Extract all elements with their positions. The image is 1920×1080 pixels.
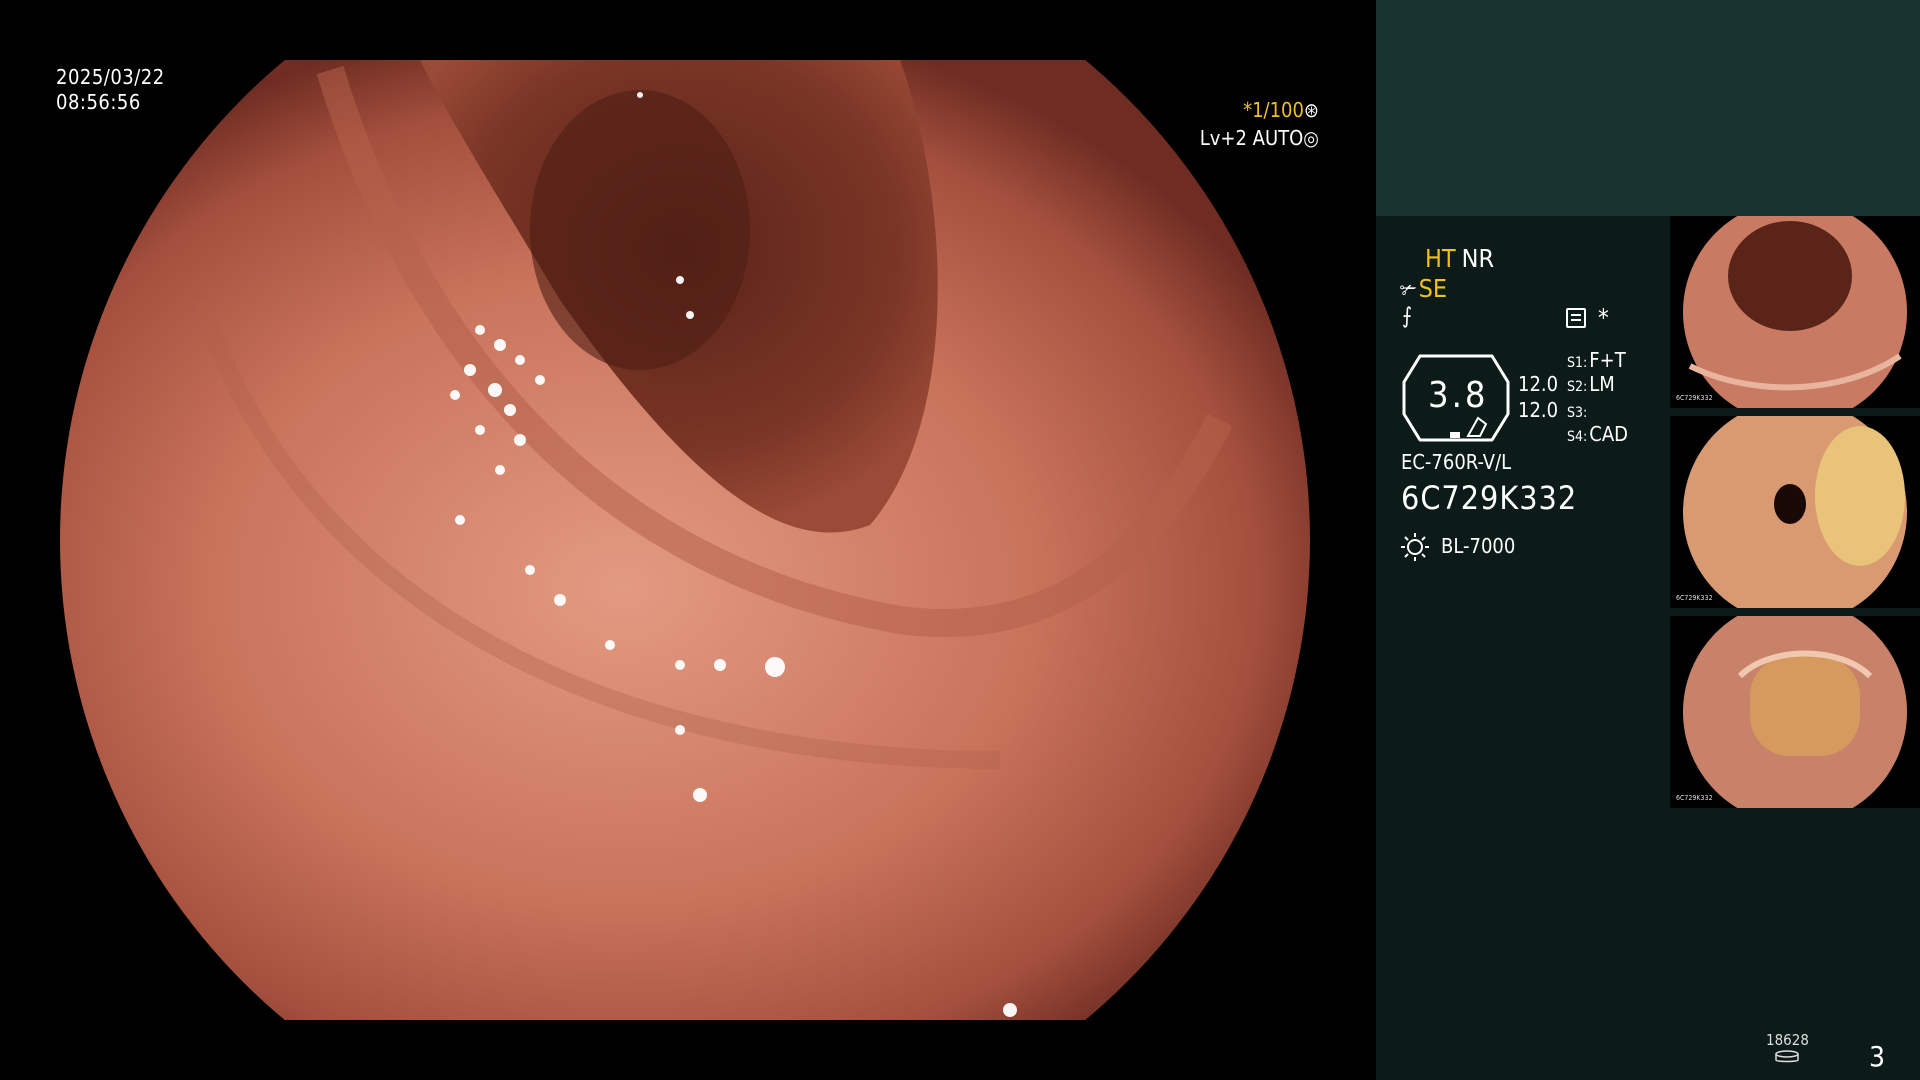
structure-enhancement: ✃SE (1400, 276, 1447, 302)
scope-serial: 6C729K332 (1401, 479, 1578, 517)
switch-s3: S3: (1567, 405, 1588, 421)
exam-time: 08:56:56 (56, 90, 141, 114)
mode-nr: NR (1461, 244, 1495, 273)
star-indicator: * (1598, 304, 1609, 332)
gauge-reading-1: 12.0 (1518, 372, 1559, 396)
shutter-speed: *1/100⊛ (1243, 100, 1319, 120)
shutter-icon: ⊛ (1303, 98, 1319, 122)
gauge-reading-2: 12.0 (1518, 398, 1559, 422)
light-source-icon (1401, 533, 1429, 561)
page-number: 3 (1869, 1040, 1886, 1073)
level-value: Lv+2 AUTO (1199, 126, 1304, 150)
memo-icon (1566, 308, 1586, 328)
storage-icon (1775, 1050, 1799, 1063)
thumbnail-3-serial: 6C729K332 (1676, 794, 1713, 802)
scope-model: EC-760R-V/L (1401, 450, 1512, 474)
captured-thumbnail-3[interactable]: 6C729K332 (1670, 616, 1920, 808)
endoscope-live-image (60, 60, 1310, 1020)
thumbnail-image-3 (1683, 616, 1907, 808)
image-counter: 18628 (1766, 1031, 1809, 1049)
thumbnail-2-serial: 6C729K332 (1676, 594, 1713, 602)
thumbnail-image-1 (1683, 216, 1907, 408)
brightness-level: Lv+2 AUTO◎ (1200, 128, 1319, 148)
panel-header-area (1376, 0, 1920, 216)
shutter-value: *1/100 (1243, 98, 1304, 122)
light-source-model: BL-7000 (1441, 534, 1516, 558)
captured-thumbnail-2[interactable]: 6C729K332 (1670, 416, 1920, 608)
modulation-icon: ⨍ (1402, 304, 1413, 329)
switch-s4: S4: CAD (1567, 422, 1628, 446)
captured-thumbnail-1[interactable]: 6C729K332 (1670, 216, 1920, 408)
thumbnail-image-2 (1683, 416, 1907, 608)
image-mode-ht-nr: HT NR (1425, 246, 1494, 271)
exam-datetime: 2025/03/22 08:56:56 (56, 65, 165, 115)
switch-s2: S2: LM (1567, 372, 1615, 396)
mode-ht: HT (1425, 244, 1456, 273)
auto-iris-icon: ◎ (1303, 126, 1319, 150)
thumbnail-1-serial: 6C729K332 (1676, 394, 1713, 402)
mode-se: SE (1418, 274, 1448, 303)
switch-s1: S1: F+T (1567, 348, 1626, 372)
gauge-value: 3.8 (1428, 375, 1489, 416)
exam-date: 2025/03/22 (56, 65, 165, 89)
scissors-icon: ✃ (1400, 278, 1417, 303)
